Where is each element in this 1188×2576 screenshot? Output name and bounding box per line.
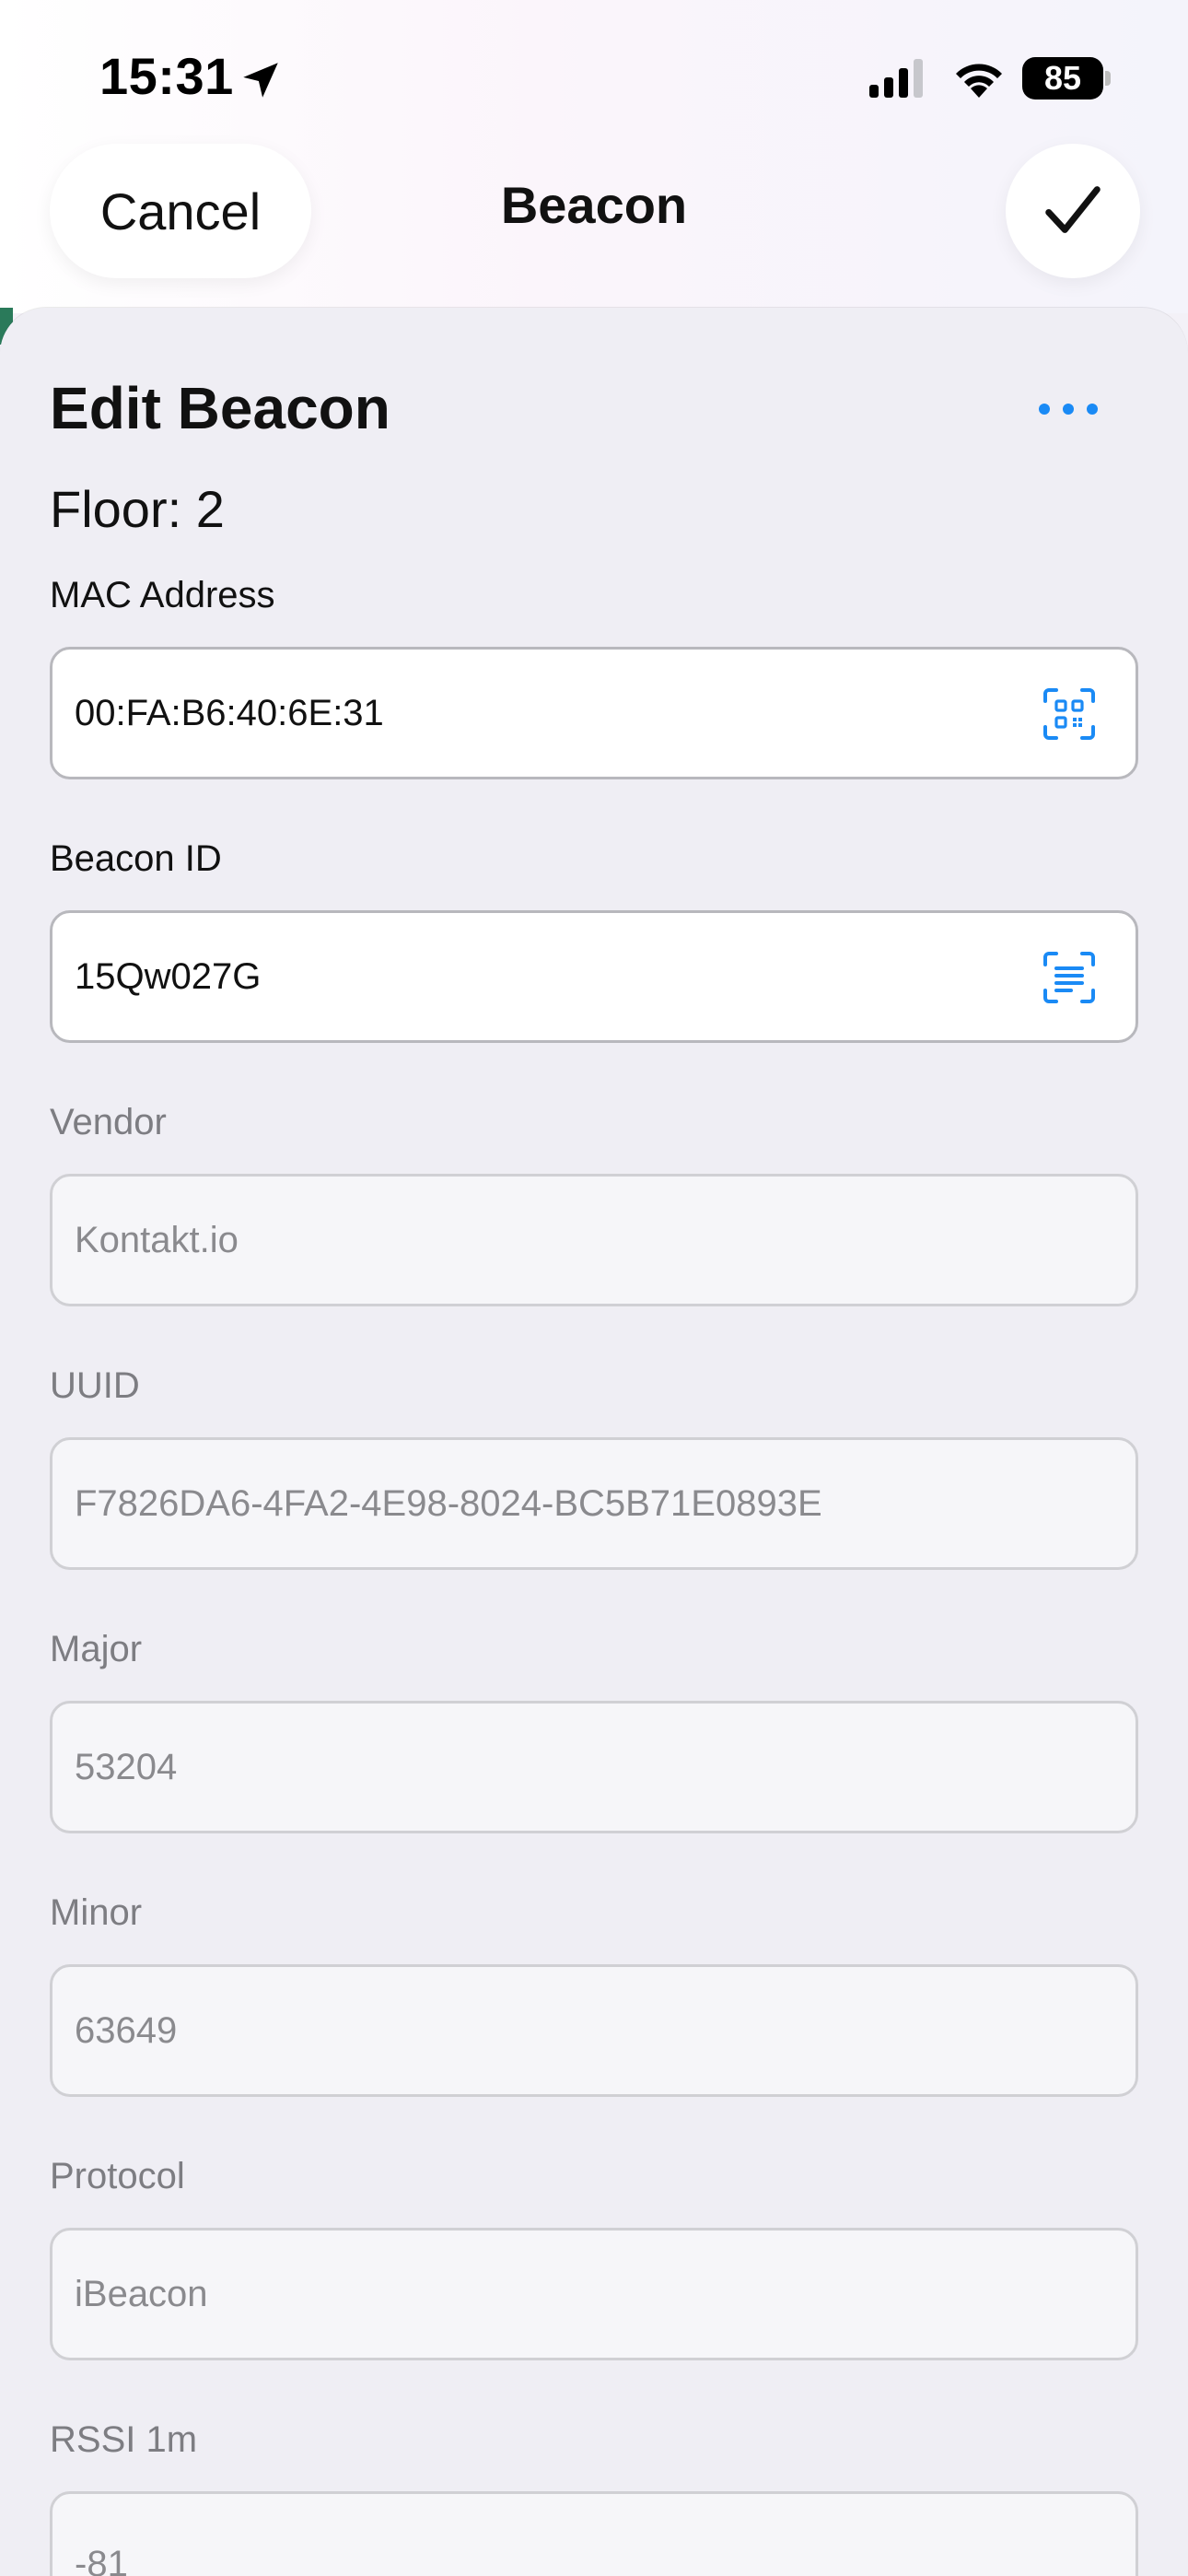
uuid-label: UUID [50,1365,140,1406]
cancel-button[interactable]: Cancel [50,144,311,278]
screen: 15:31 85 Cancel Beacon Edit Beacon Floor… [0,0,1188,2576]
text-scan-icon[interactable] [1040,948,1099,1007]
edit-sheet: Edit Beacon Floor: 2 MAC Address 00:FA:B… [0,308,1188,2576]
beacon-id-field[interactable] [50,910,1138,1043]
more-options-button[interactable] [1031,391,1105,427]
done-button[interactable] [1006,144,1140,278]
battery-indicator: 85 [1022,57,1111,100]
rssi-value: -81 [75,2544,128,2576]
minor-field: 63649 [50,1964,1138,2097]
mac-address-field[interactable] [50,647,1138,779]
qr-code-scan-icon[interactable] [1040,685,1099,744]
beacon-id-input[interactable] [75,955,996,998]
more-dot-icon [1063,404,1074,415]
protocol-value: iBeacon [75,2273,208,2314]
major-field: 53204 [50,1701,1138,1833]
status-time: 15:31 [99,47,234,105]
uuid-field: F7826DA6-4FA2-4E98-8024-BC5B71E0893E [50,1437,1138,1570]
mac-address-input[interactable] [75,692,996,734]
major-label: Major [50,1629,143,1669]
mac-address-label: MAC Address [50,575,275,615]
wifi-icon [956,64,1002,98]
beacon-id-label: Beacon ID [50,838,222,879]
vendor-label: Vendor [50,1102,167,1142]
sheet-title: Edit Beacon [50,375,390,441]
more-dot-icon [1039,404,1050,415]
top-bar: 15:31 85 Cancel Beacon [0,0,1188,313]
location-arrow-icon [243,63,278,98]
floor-label: Floor: 2 [50,480,225,538]
cellular-signal-icon [869,59,923,98]
battery-level: 85 [1022,57,1103,100]
minor-value: 63649 [75,2009,178,2051]
rssi-label: RSSI 1m [50,2419,198,2460]
battery-cap [1105,71,1111,86]
protocol-field: iBeacon [50,2228,1138,2360]
vendor-value: Kontakt.io [75,1219,239,1260]
uuid-value: F7826DA6-4FA2-4E98-8024-BC5B71E0893E [75,1482,822,1524]
major-value: 53204 [75,1746,178,1787]
nav-title: Beacon [500,176,688,234]
vendor-field: Kontakt.io [50,1174,1138,1306]
protocol-label: Protocol [50,2156,185,2196]
more-dot-icon [1087,404,1098,415]
checkmark-icon [1045,186,1101,233]
minor-label: Minor [50,1892,143,1933]
rssi-field: -81 [50,2491,1138,2576]
